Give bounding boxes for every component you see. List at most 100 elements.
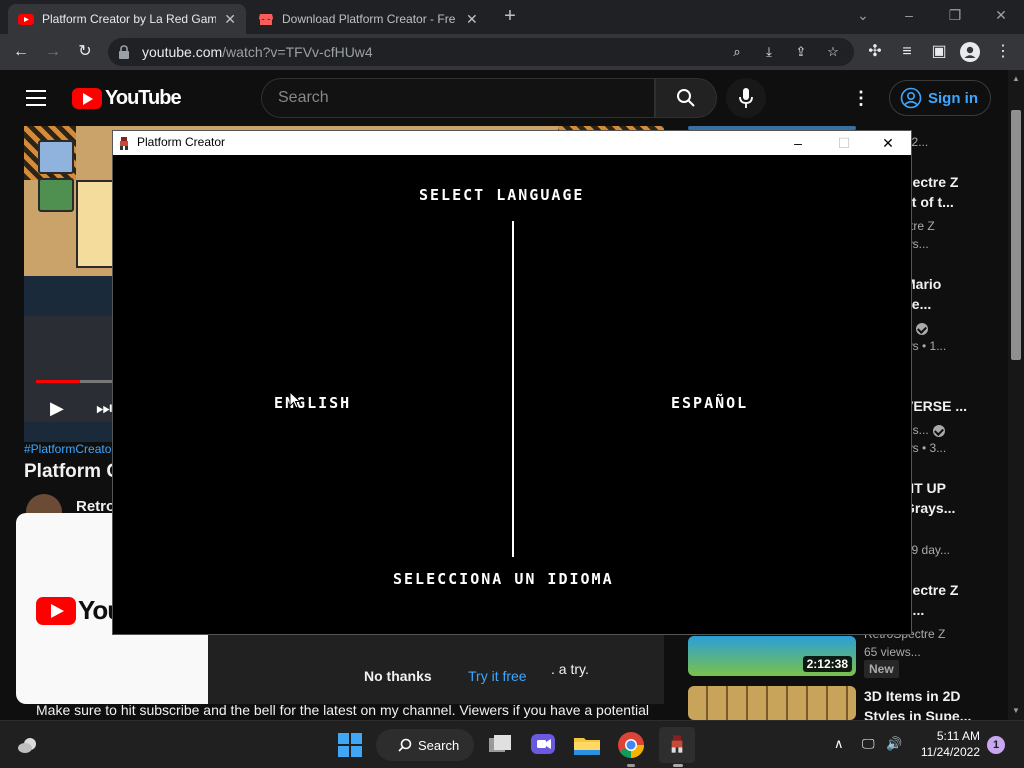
- url-text: youtube.com/watch?v=TFVv-cfHUw4: [142, 44, 373, 60]
- extensions-icon[interactable]: ✣: [864, 41, 886, 63]
- app-close-button[interactable]: ✕: [865, 132, 911, 154]
- windows-taskbar: Search ∧ 🖵 🔊 5:11 AM 11/24/2022 1: [0, 720, 1024, 768]
- clock-date: 11/24/2022: [920, 745, 980, 759]
- video-title: Platform C: [24, 461, 121, 482]
- rec-thumbnail[interactable]: 2:12:38: [688, 636, 856, 676]
- scrollbar-thumb[interactable]: [1011, 110, 1021, 360]
- app-icon: [120, 137, 128, 150]
- tab-search-icon[interactable]: ⌄: [840, 4, 886, 28]
- selecciona-idioma-footer: SELECCIONA UN IDIOMA: [393, 570, 614, 588]
- taskbar-search-button[interactable]: Search: [376, 729, 474, 761]
- back-arrow-icon[interactable]: ←: [10, 41, 32, 63]
- scroll-up-icon[interactable]: ▲: [1011, 74, 1021, 84]
- task-view-icon[interactable]: [484, 729, 516, 761]
- rec-meta: 65 views...: [864, 645, 921, 659]
- app-title-bar[interactable]: Platform Creator – ☐ ✕: [113, 131, 911, 155]
- new-badge: New: [864, 660, 899, 678]
- language-divider: [512, 221, 514, 557]
- app-minimize-button[interactable]: –: [775, 132, 821, 154]
- platform-creator-taskbar-button[interactable]: [659, 727, 695, 763]
- bookmark-star-icon[interactable]: ☆: [824, 43, 842, 61]
- rec-title[interactable]: pectre Z: [904, 172, 958, 192]
- media-control-icon[interactable]: ≡: [896, 41, 918, 63]
- search-icon: [398, 738, 412, 752]
- rec-thumbnail[interactable]: [688, 686, 856, 720]
- side-panel-icon[interactable]: ▣: [928, 41, 950, 63]
- sign-in-label: Sign in: [928, 89, 978, 107]
- rec-title[interactable]: VERSE ...: [904, 396, 967, 416]
- tray-chevron-icon[interactable]: ∧: [834, 736, 844, 752]
- rec-title[interactable]: 3D Items in 2D: [864, 686, 960, 706]
- install-app-icon[interactable]: ⤓: [760, 43, 778, 61]
- verified-icon: [932, 424, 945, 437]
- try-free-button[interactable]: Try it free: [468, 668, 527, 684]
- rec-title[interactable]: Styles in Supe...: [864, 706, 971, 720]
- active-indicator: [673, 764, 683, 767]
- chrome-icon[interactable]: [615, 729, 647, 761]
- microphone-icon: [739, 88, 753, 108]
- chat-icon[interactable]: [527, 729, 559, 761]
- platform-creator-window: Platform Creator – ☐ ✕ SELECT LANGUAGE E…: [112, 130, 912, 635]
- restore-button[interactable]: ❐: [932, 4, 978, 28]
- youtube-logo[interactable]: YouTube: [72, 87, 182, 110]
- new-tab-button[interactable]: +: [500, 6, 520, 28]
- promo-text: . a try.: [551, 661, 589, 677]
- weather-icon[interactable]: [16, 733, 40, 757]
- video-progress-bar[interactable]: [36, 380, 116, 383]
- settings-dots-icon[interactable]: ⋮: [852, 88, 870, 110]
- youtube-wordmark: YouTube: [105, 87, 182, 109]
- close-tab-icon[interactable]: ✕: [466, 11, 478, 28]
- start-icon[interactable]: [334, 729, 366, 761]
- taskbar-clock[interactable]: 5:11 AM 11/24/2022: [914, 728, 980, 760]
- play-icon[interactable]: ▶: [50, 398, 64, 419]
- premium-promo-body: [208, 630, 664, 704]
- youtube-icon: [18, 14, 34, 25]
- scroll-down-icon[interactable]: ▼: [1011, 706, 1021, 716]
- search-button[interactable]: [655, 78, 717, 118]
- close-window-button[interactable]: ✕: [978, 4, 1024, 28]
- editor-tile: [38, 178, 74, 212]
- premium-logo: You: [36, 595, 123, 626]
- verified-icon: [916, 322, 928, 335]
- sign-in-button[interactable]: Sign in: [889, 80, 991, 116]
- reload-icon[interactable]: ↻: [74, 41, 96, 63]
- clock-time: 5:11 AM: [936, 729, 980, 743]
- select-language-heading: SELECT LANGUAGE: [419, 186, 585, 204]
- notification-badge[interactable]: 1: [987, 736, 1005, 754]
- address-bar[interactable]: youtube.com/watch?v=TFVv-cfHUw4 ⌕ ⤓ ⇪ ☆: [108, 38, 854, 66]
- voice-search-button[interactable]: [726, 78, 766, 118]
- tab-title: Platform Creator by La Red Game: [42, 12, 217, 26]
- zoom-search-icon[interactable]: ⌕: [728, 43, 746, 61]
- url-host: youtube.com: [142, 44, 223, 60]
- youtube-header: YouTube Search ⋮ Sign in: [0, 70, 1008, 126]
- search-placeholder: Search: [278, 89, 329, 106]
- close-tab-icon[interactable]: ✕: [224, 11, 236, 28]
- next-icon[interactable]: ⏭: [96, 398, 112, 419]
- tab-download[interactable]: Download Platform Creator - Fre ✕: [248, 4, 488, 34]
- volume-icon[interactable]: 🔊: [886, 736, 902, 752]
- chrome-menu-icon[interactable]: ⋮: [992, 41, 1014, 63]
- hamburger-menu-icon[interactable]: [26, 90, 46, 106]
- mouse-cursor-icon: [289, 391, 301, 409]
- browser-toolbar: ← → ↻ youtube.com/watch?v=TFVv-cfHUw4 ⌕ …: [0, 34, 1024, 70]
- network-icon[interactable]: 🖵: [862, 736, 875, 752]
- editor-panel: [76, 180, 116, 268]
- file-explorer-icon[interactable]: [571, 729, 603, 761]
- share-icon[interactable]: ⇪: [792, 43, 810, 61]
- tab-youtube[interactable]: Platform Creator by La Red Game ✕: [8, 4, 246, 34]
- app-window-title: Platform Creator: [137, 135, 226, 149]
- no-thanks-button[interactable]: No thanks: [364, 668, 432, 684]
- rec-title[interactable]: pectre Z: [904, 580, 958, 600]
- running-indicator: [627, 764, 635, 767]
- forward-arrow-icon[interactable]: →: [42, 41, 64, 63]
- search-input[interactable]: Search: [261, 78, 655, 118]
- taskbar-search-label: Search: [418, 737, 460, 753]
- english-option[interactable]: ENGLISH: [274, 394, 351, 412]
- youtube-play-icon: [72, 88, 102, 109]
- profile-icon[interactable]: [960, 42, 980, 62]
- video-hashtag[interactable]: #PlatformCreato: [24, 442, 111, 456]
- page-scrollbar[interactable]: ▲ ▼: [1008, 70, 1024, 720]
- espanol-option[interactable]: ESPAÑOL: [671, 394, 748, 412]
- game-canvas: SELECT LANGUAGE ENGLISH ESPAÑOL SELECCIO…: [113, 155, 911, 634]
- minimize-button[interactable]: –: [886, 4, 932, 28]
